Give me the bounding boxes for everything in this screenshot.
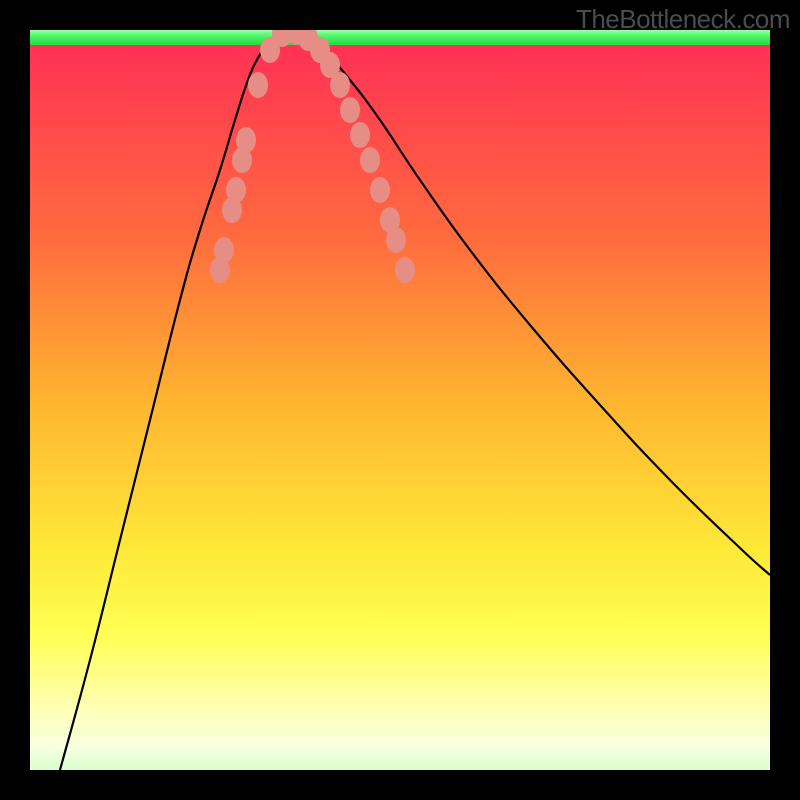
data-marker <box>340 97 360 123</box>
gradient-background <box>30 30 770 770</box>
data-marker <box>330 72 350 98</box>
data-marker <box>236 127 256 153</box>
data-marker <box>360 147 380 173</box>
bottleneck-chart <box>30 30 770 770</box>
data-marker <box>248 72 268 98</box>
data-marker <box>370 177 390 203</box>
data-marker <box>350 122 370 148</box>
data-marker <box>386 227 406 253</box>
data-marker <box>395 257 415 283</box>
chart-frame <box>30 30 770 770</box>
data-marker <box>214 237 234 263</box>
data-marker <box>226 177 246 203</box>
green-band <box>30 30 770 45</box>
